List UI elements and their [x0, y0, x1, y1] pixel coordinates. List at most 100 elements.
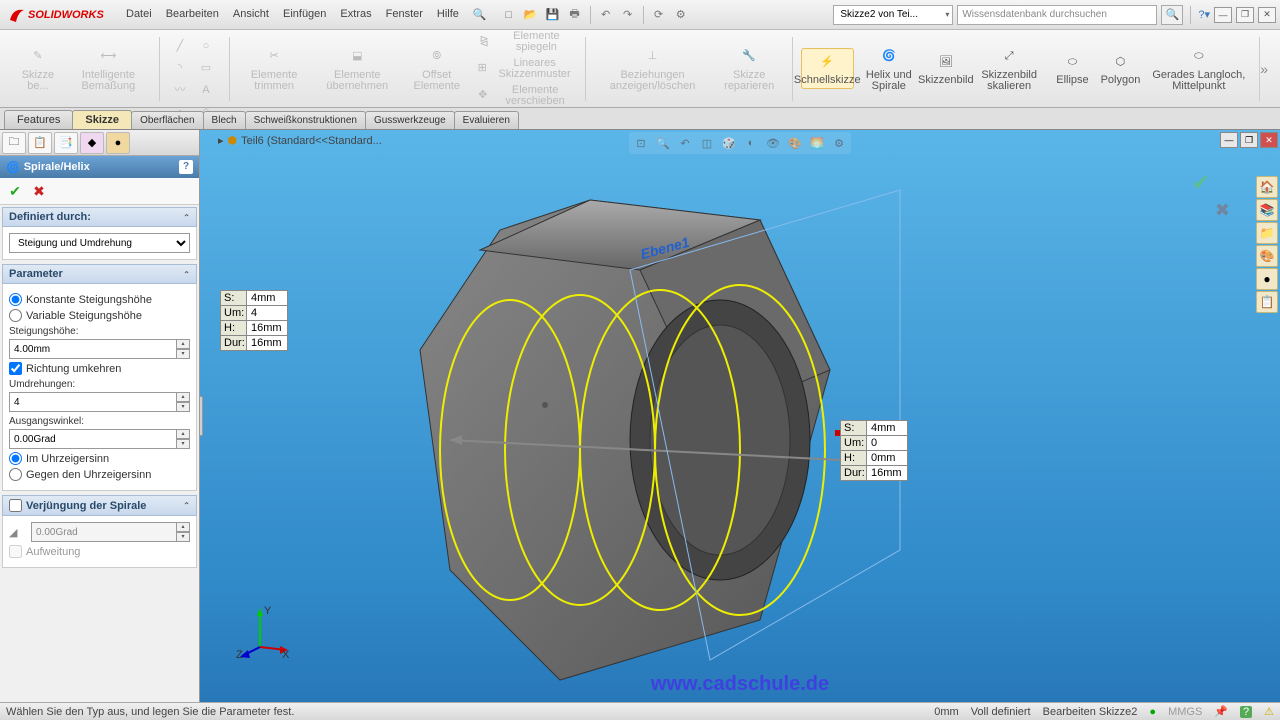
pm-tree-icon[interactable]: 🗀: [2, 132, 26, 154]
tab-evaluate[interactable]: Evaluieren: [454, 111, 519, 129]
convert-button[interactable]: ⬓Elemente übernehmen: [314, 44, 401, 94]
text-icon[interactable]: A: [194, 81, 218, 101]
arc-icon[interactable]: ◝: [168, 59, 192, 79]
ellipse-button[interactable]: ⬭Ellipse: [1050, 49, 1094, 88]
mirror-button[interactable]: ⧎Elemente spiegeln: [473, 30, 578, 54]
defined-by-select[interactable]: Steigung und Umdrehung: [9, 233, 190, 253]
ccw-radio[interactable]: Gegen den Uhrzeigersinn: [9, 468, 190, 481]
search-icon[interactable]: 🔍: [467, 4, 493, 25]
relations-button[interactable]: ⊥Beziehungen anzeigen/löschen: [594, 44, 711, 94]
close-button[interactable]: ✕: [1258, 7, 1276, 23]
save-icon[interactable]: 💾: [543, 6, 563, 24]
cw-radio[interactable]: Im Uhrzeigersinn: [9, 452, 190, 465]
status-rebuild-icon[interactable]: ●: [1149, 706, 1156, 718]
menu-edit[interactable]: Bearbeiten: [160, 4, 225, 25]
repair-button[interactable]: 🔧Skizze reparieren: [715, 44, 784, 94]
doc-close-button[interactable]: ✕: [1260, 132, 1278, 148]
tab-sketch[interactable]: Skizze: [72, 110, 132, 129]
section-header-taper[interactable]: Verjüngung der Spirale⌃: [2, 495, 197, 516]
view-palette-icon[interactable]: 🎨: [1256, 245, 1278, 267]
undo-icon[interactable]: ↶: [596, 6, 616, 24]
helix-button[interactable]: 🌀Helix und Spirale: [858, 44, 920, 94]
tab-surfaces[interactable]: Oberflächen: [131, 111, 203, 129]
pm-appearance-icon[interactable]: ●: [106, 132, 130, 154]
menu-help[interactable]: Hilfe: [431, 4, 465, 25]
tab-sheetmetal[interactable]: Blech: [203, 111, 246, 129]
revs-spinner[interactable]: ▴▾: [176, 392, 190, 412]
rapid-sketch-button[interactable]: ⚡Schnellskizze: [801, 48, 854, 89]
restore-button[interactable]: ❐: [1236, 7, 1254, 23]
status-units[interactable]: MMGS: [1168, 706, 1202, 718]
print-icon[interactable]: 🖶: [565, 6, 585, 24]
reverse-checkbox[interactable]: Richtung umkehren: [9, 362, 190, 375]
section-header-params[interactable]: Parameter⌃: [2, 264, 197, 284]
splitter-handle[interactable]: [200, 396, 203, 436]
cancel-button[interactable]: ✖: [30, 182, 48, 200]
pitch-spinner[interactable]: ▴▾: [176, 339, 190, 359]
doc-min-button[interactable]: —: [1220, 132, 1238, 148]
pm-dimx-icon[interactable]: ◆: [80, 132, 104, 154]
scale-picture-button[interactable]: ⤢Skizzenbild skalieren: [972, 44, 1047, 94]
helix-callout-start[interactable]: S:4mm Um:4 H:16mm Dur:16mm: [220, 290, 288, 351]
view-triad[interactable]: Y X Z: [230, 602, 290, 662]
menu-file[interactable]: Datei: [120, 4, 158, 25]
var-pitch-radio[interactable]: Variable Steigungshöhe: [9, 309, 190, 322]
angle-input[interactable]: [9, 429, 177, 449]
custom-props-icon[interactable]: 📋: [1256, 291, 1278, 313]
file-explorer-icon[interactable]: 📁: [1256, 222, 1278, 244]
pm-config-icon[interactable]: 📑: [54, 132, 78, 154]
confirm-corner-cancel[interactable]: ✖: [1215, 200, 1230, 221]
appearances-icon[interactable]: ●: [1256, 268, 1278, 290]
open-icon[interactable]: 📂: [521, 6, 541, 24]
ribbon-group-modify: ✂Elemente trimmen ⬓Elemente übernehmen ⦾…: [230, 37, 586, 101]
section-header-defined[interactable]: Definiert durch:⌃: [2, 207, 197, 227]
smart-dimension-button[interactable]: ⟷Intelligente Bemaßung: [66, 44, 151, 94]
pm-feature-icon[interactable]: 📋: [28, 132, 52, 154]
breadcrumb[interactable]: Skizze2 von Tei...: [833, 5, 953, 25]
circle-icon[interactable]: ○: [194, 37, 218, 57]
move-button[interactable]: ✥Elemente verschieben: [473, 84, 578, 108]
trim-button[interactable]: ✂Elemente trimmen: [238, 44, 309, 94]
rebuild-icon[interactable]: ⟳: [649, 6, 669, 24]
ribbon-overflow-icon[interactable]: »: [1260, 61, 1274, 77]
sketch-button[interactable]: ✎Skizze be...: [14, 44, 62, 94]
rect-icon[interactable]: ▭: [194, 59, 218, 79]
line-icon[interactable]: ╱: [168, 37, 192, 57]
help-icon[interactable]: ?: [179, 160, 193, 174]
options-icon[interactable]: ⚙: [671, 6, 691, 24]
polygon-button[interactable]: ⬡Polygon: [1098, 49, 1142, 88]
spline-icon[interactable]: 〰: [168, 81, 192, 101]
redo-icon[interactable]: ↷: [618, 6, 638, 24]
linear-pattern-button[interactable]: ⊞Lineares Skizzenmuster: [473, 57, 578, 81]
menu-view[interactable]: Ansicht: [227, 4, 275, 25]
minimize-button[interactable]: —: [1214, 7, 1232, 23]
menu-window[interactable]: Fenster: [380, 4, 429, 25]
menu-tools[interactable]: Extras: [334, 4, 377, 25]
const-pitch-radio[interactable]: Konstante Steigungshöhe: [9, 293, 190, 306]
menu-insert[interactable]: Einfügen: [277, 4, 332, 25]
pitch-input[interactable]: [9, 339, 177, 359]
revs-input[interactable]: [9, 392, 177, 412]
kb-search-input[interactable]: Wissensdatenbank durchsuchen: [957, 5, 1157, 25]
helix-callout-end[interactable]: S:4mm Um:0 H:0mm Dur:16mm: [840, 420, 908, 481]
status-lock-icon[interactable]: 📌: [1214, 705, 1228, 718]
confirm-corner-ok[interactable]: ✔: [1192, 170, 1210, 196]
viewport[interactable]: ▸ ⬢ Teil6 (Standard<<Standard... ⊡ 🔍 ↶ ◫…: [200, 130, 1280, 702]
ok-button[interactable]: ✔: [6, 182, 24, 200]
doc-restore-button[interactable]: ❐: [1240, 132, 1258, 148]
design-lib-icon[interactable]: 📚: [1256, 199, 1278, 221]
status-help-icon[interactable]: ?: [1240, 706, 1252, 718]
tab-weldments[interactable]: Schweißkonstruktionen: [245, 111, 366, 129]
help-icon[interactable]: ?▾: [1198, 8, 1210, 21]
slot-button[interactable]: ⬭Gerades Langloch, Mittelpunkt: [1146, 44, 1251, 94]
offset-button[interactable]: ⦾Offset Elemente: [405, 44, 469, 94]
angle-spinner[interactable]: ▴▾: [176, 429, 190, 449]
new-icon[interactable]: □: [499, 6, 519, 24]
sketch-picture-button[interactable]: 🖼Skizzenbild: [924, 49, 968, 88]
model-view[interactable]: [210, 140, 930, 700]
tab-features[interactable]: Features: [4, 110, 73, 129]
status-warn-icon[interactable]: ⚠: [1264, 705, 1274, 718]
tab-moldtools[interactable]: Gusswerkzeuge: [365, 111, 455, 129]
kb-search-button[interactable]: 🔍: [1161, 5, 1183, 25]
resources-icon[interactable]: 🏠: [1256, 176, 1278, 198]
